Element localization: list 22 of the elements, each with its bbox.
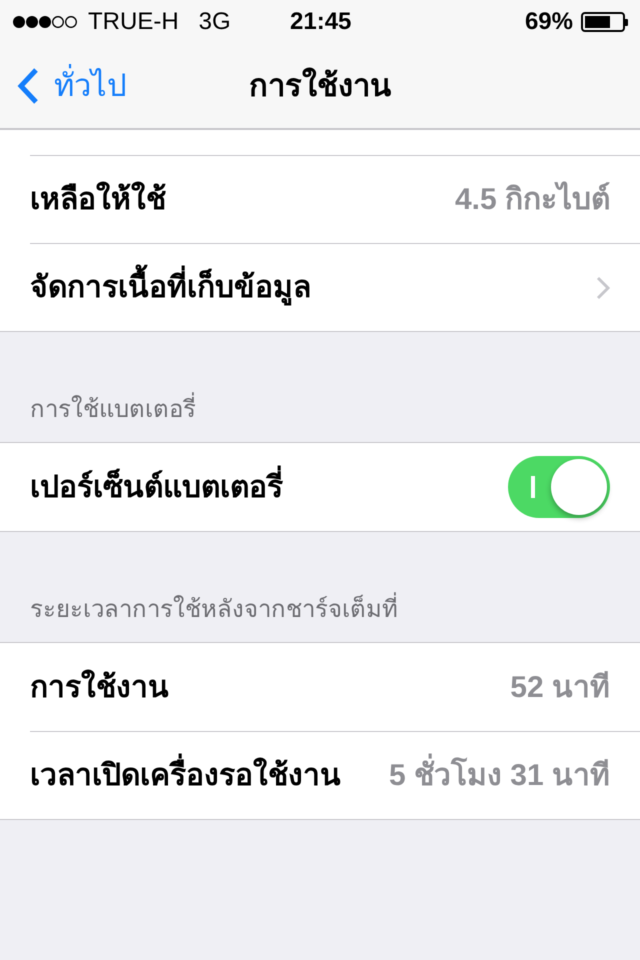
row-label: จัดการเนื้อที่เก็บข้อมูล bbox=[30, 265, 311, 310]
battery-icon bbox=[581, 12, 628, 32]
section-header: ระยะเวลาการใช้หลังจากชาร์จเต็มที่ bbox=[30, 592, 398, 628]
back-button[interactable]: ทั่วไป bbox=[0, 62, 127, 110]
row-value: 5 ชั่วโมง 31 นาที bbox=[388, 753, 610, 798]
section-header: การใช้แบตเตอรี่ bbox=[30, 392, 196, 428]
battery-percent: 69% bbox=[524, 7, 573, 37]
clock: 21:45 bbox=[290, 7, 352, 37]
row-value: 52 นาที bbox=[510, 670, 610, 706]
network-type: 3G bbox=[198, 7, 231, 37]
row-label: เปอร์เซ็นต์แบตเตอรี่ bbox=[30, 464, 283, 510]
signal-icon bbox=[12, 15, 78, 29]
screen-title: การใช้งาน bbox=[249, 66, 391, 105]
chevron-right-icon bbox=[596, 276, 610, 300]
row-value: 4.5 กิกะไบต์ bbox=[454, 180, 610, 218]
toggle-switch[interactable] bbox=[508, 456, 610, 518]
on-indicator-icon bbox=[531, 476, 535, 498]
row-label: เหลือให้ใช้ bbox=[30, 180, 166, 218]
back-chevron-icon bbox=[16, 67, 40, 105]
row-label: การใช้งาน bbox=[30, 668, 169, 706]
carrier-name: TRUE-H bbox=[88, 7, 179, 37]
row-label: เวลาเปิดเครื่องรอใช้งาน bbox=[30, 753, 341, 798]
